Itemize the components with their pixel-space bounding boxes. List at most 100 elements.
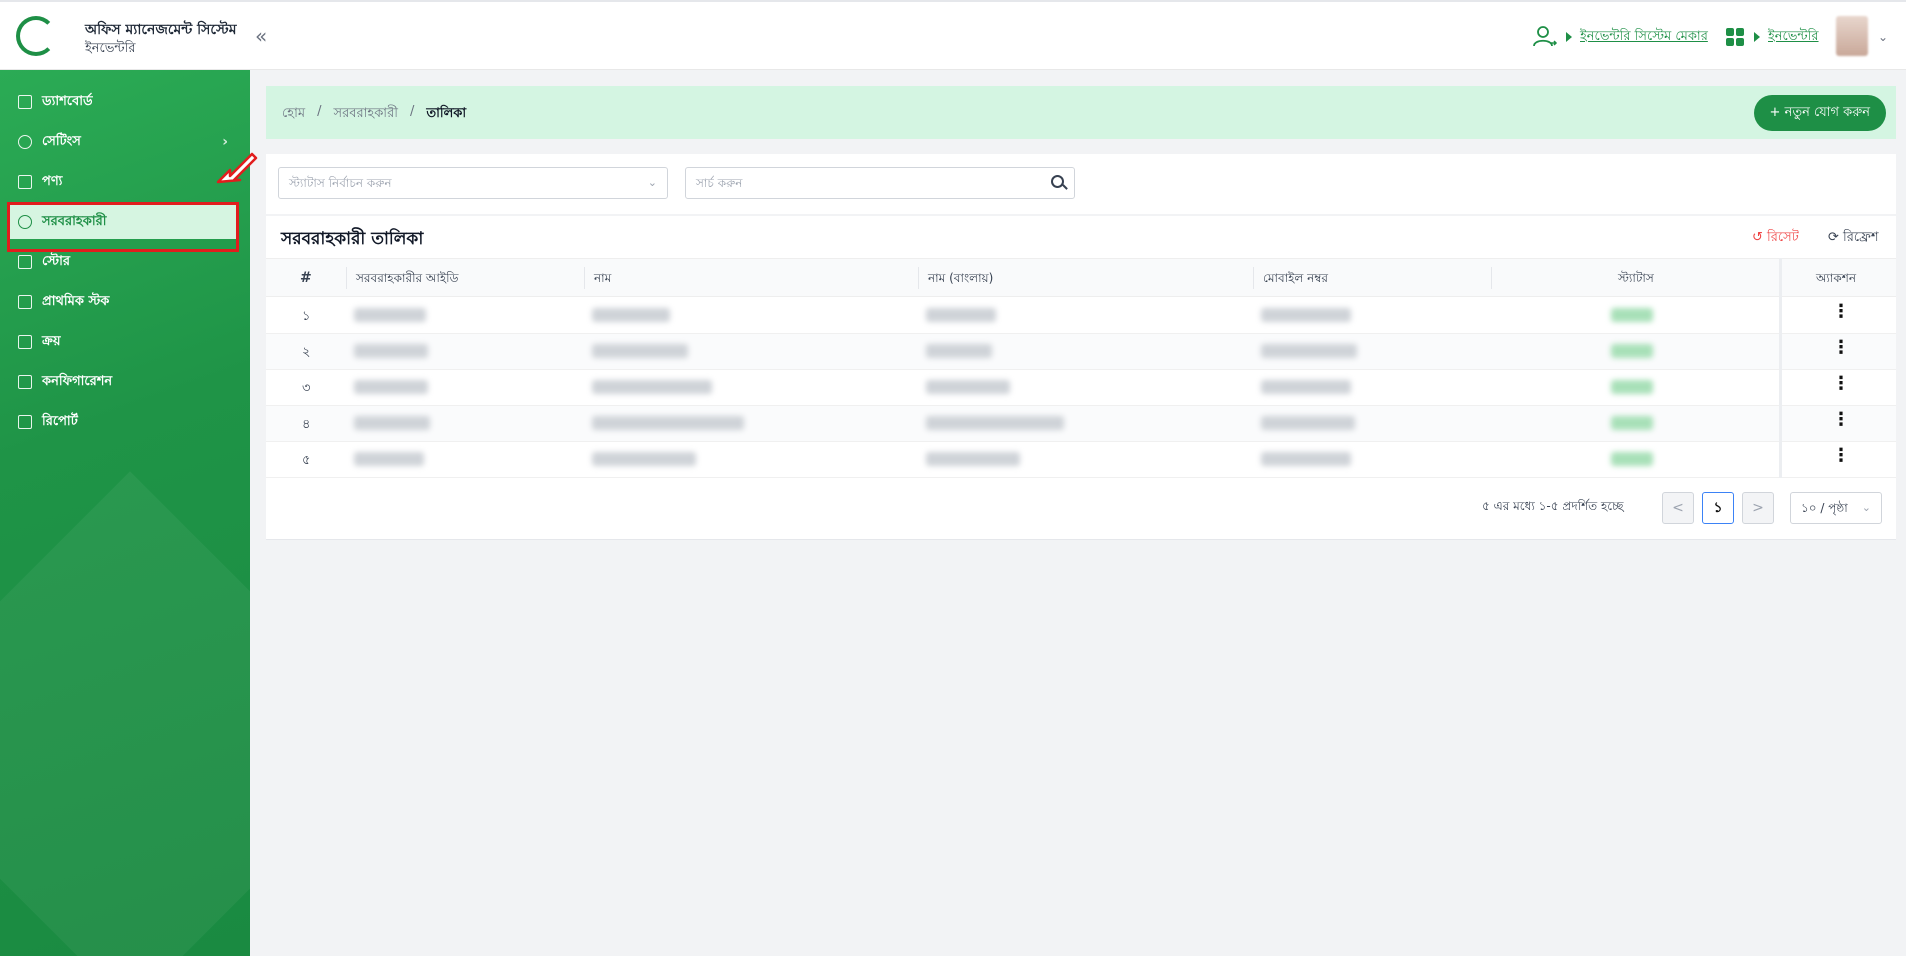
sidebar-item-opening-stock[interactable]: প্রাথমিক স্টক — [8, 285, 238, 319]
column-separator — [1253, 267, 1254, 289]
organization-logo — [16, 16, 56, 56]
breadcrumb-separator: / — [317, 104, 322, 119]
search-placeholder: সার্চ করুন — [696, 176, 743, 190]
reset-label: রিসেট — [1767, 230, 1799, 245]
row-number: ২ — [302, 345, 311, 360]
user-switch-icon[interactable] — [1532, 24, 1558, 50]
column-header: নাম — [594, 271, 612, 285]
redacted-mobile — [1261, 452, 1351, 466]
sidebar-item-products[interactable]: পণ্য — [8, 165, 238, 199]
chevron-down-icon[interactable]: ⌄ — [1878, 30, 1888, 44]
sidebar-item-store[interactable]: স্টোর — [8, 245, 238, 279]
more-actions-icon[interactable]: ⋮ — [1832, 373, 1850, 394]
column-header: নাম (বাংলায়) — [928, 271, 994, 285]
breadcrumb-home[interactable]: হোম — [282, 104, 305, 125]
column-separator — [346, 267, 347, 289]
refresh-label: রিফ্রেশ — [1843, 230, 1879, 245]
sidebar-item-purchase[interactable]: ক্রয় — [8, 325, 238, 359]
breadcrumb-bar: হোম / সরবরাহকারী / তালিকা + নতুন যোগ করু… — [266, 86, 1896, 139]
sidebar-item-label: সেটিংস — [42, 133, 81, 149]
redacted-name — [592, 344, 688, 358]
more-actions-icon[interactable]: ⋮ — [1832, 445, 1850, 466]
chevron-down-icon: ⌄ — [1861, 501, 1871, 514]
column-separator — [918, 267, 919, 289]
table-header: # সরবরাহকারীর আইডি নাম নাম (বাংলায়) মোব… — [266, 258, 1896, 297]
sidebar-item-label: প্রাথমিক স্টক — [42, 293, 110, 309]
redacted-supplier-id — [354, 380, 428, 394]
collapse-sidebar-icon[interactable]: « — [255, 24, 267, 48]
column-header: সরবরাহকারীর আইডি — [356, 271, 459, 285]
sidebar-item-suppliers[interactable]: সরবরাহকারী — [8, 205, 238, 239]
row-number: ৩ — [302, 381, 311, 396]
column-header: মোবাইল নম্বর — [1263, 271, 1329, 285]
redacted-name-bn — [926, 308, 996, 322]
redacted-name — [592, 416, 744, 430]
caret-right-icon — [1566, 32, 1572, 42]
redacted-name — [592, 452, 696, 466]
redacted-mobile — [1261, 344, 1357, 358]
dashboard-icon — [18, 95, 32, 109]
breadcrumb-section[interactable]: সরবরাহকারী — [333, 104, 397, 125]
store-icon — [18, 255, 32, 269]
pagination-summary: ৫ এর মধ্যে ১-৫ প্রদর্শিত হচ্ছে — [1482, 499, 1624, 513]
column-separator — [584, 267, 585, 289]
purchase-icon — [18, 335, 32, 349]
search-icon[interactable] — [1051, 175, 1064, 188]
search-input[interactable]: সার্চ করুন — [685, 167, 1075, 199]
table-row[interactable]: ৫ ⋮ — [266, 442, 1896, 478]
more-actions-icon[interactable]: ⋮ — [1832, 301, 1850, 322]
sliders-icon — [18, 375, 32, 389]
table-row[interactable]: ৩ ⋮ — [266, 370, 1896, 406]
refresh-button[interactable]: ⟳ রিফ্রেশ — [1828, 228, 1879, 249]
redacted-supplier-id — [354, 416, 430, 430]
table-title: সরবরাহকারী তালিকা — [281, 229, 424, 249]
column-header: অ্যাকশন — [1816, 271, 1857, 285]
table-row[interactable]: ১ ⋮ — [266, 298, 1896, 334]
status-badge — [1611, 416, 1653, 430]
caret-right-icon — [1754, 32, 1760, 42]
sidebar-item-label: রিপোর্ট — [42, 413, 78, 429]
status-badge — [1611, 452, 1653, 466]
redacted-supplier-id — [354, 308, 426, 322]
sidebar-item-report[interactable]: রিপোর্ট — [8, 405, 238, 439]
role-link[interactable]: ইনভেন্টরি সিস্টেম মেকার — [1580, 27, 1708, 48]
sidebar-item-configuration[interactable]: কনফিগারেশন — [8, 365, 238, 399]
redacted-name-bn — [926, 416, 1064, 430]
module-link[interactable]: ইনভেন্টরি — [1768, 27, 1819, 48]
sidebar-item-dashboard[interactable]: ড্যাশবোর্ড — [8, 85, 238, 119]
row-number: ৫ — [302, 453, 311, 468]
more-actions-icon[interactable]: ⋮ — [1832, 409, 1850, 430]
box-icon — [18, 175, 32, 189]
more-actions-icon[interactable]: ⋮ — [1832, 337, 1850, 358]
table-row[interactable]: ৪ ⋮ — [266, 406, 1896, 442]
status-badge — [1611, 380, 1653, 394]
sidebar-item-label: সরবরাহকারী — [42, 213, 107, 229]
add-new-button[interactable]: + নতুন যোগ করুন — [1753, 95, 1886, 131]
app-subtitle: ইনভেন্টরি — [85, 41, 136, 56]
gear-icon — [18, 135, 32, 149]
next-page-button[interactable]: > — [1742, 492, 1774, 524]
stock-icon — [18, 295, 32, 309]
status-select[interactable]: স্ট্যাটাস নির্বাচন করুন ⌄ — [278, 167, 668, 199]
page-size-value: ১০ / পৃষ্ঠা — [1801, 501, 1848, 515]
page-size-select[interactable]: ১০ / পৃষ্ঠা ⌄ — [1790, 492, 1882, 524]
breadcrumb: হোম / সরবরাহকারী / তালিকা — [282, 104, 466, 125]
prev-page-button[interactable]: < — [1662, 492, 1694, 524]
status-select-placeholder: স্ট্যাটাস নির্বাচন করুন — [289, 176, 392, 190]
redacted-mobile — [1261, 416, 1355, 430]
sidebar-item-label: ক্রয় — [42, 333, 61, 349]
sidebar-item-settings[interactable]: সেটিংস › — [8, 125, 238, 159]
apps-grid-icon[interactable] — [1726, 28, 1744, 46]
redacted-mobile — [1261, 380, 1351, 394]
sidebar-item-label: পণ্য — [42, 173, 63, 189]
avatar[interactable] — [1836, 16, 1868, 56]
chevron-right-icon: › — [222, 134, 228, 150]
page-button-current[interactable]: ১ — [1702, 492, 1734, 524]
table-row[interactable]: ২ ⋮ — [266, 334, 1896, 370]
redacted-name — [592, 308, 670, 322]
row-number: ৪ — [302, 417, 311, 432]
redacted-name-bn — [926, 452, 1020, 466]
reset-button[interactable]: ↺ রিসেট — [1752, 228, 1799, 249]
breadcrumb-current: তালিকা — [426, 106, 467, 121]
status-badge — [1611, 308, 1653, 322]
